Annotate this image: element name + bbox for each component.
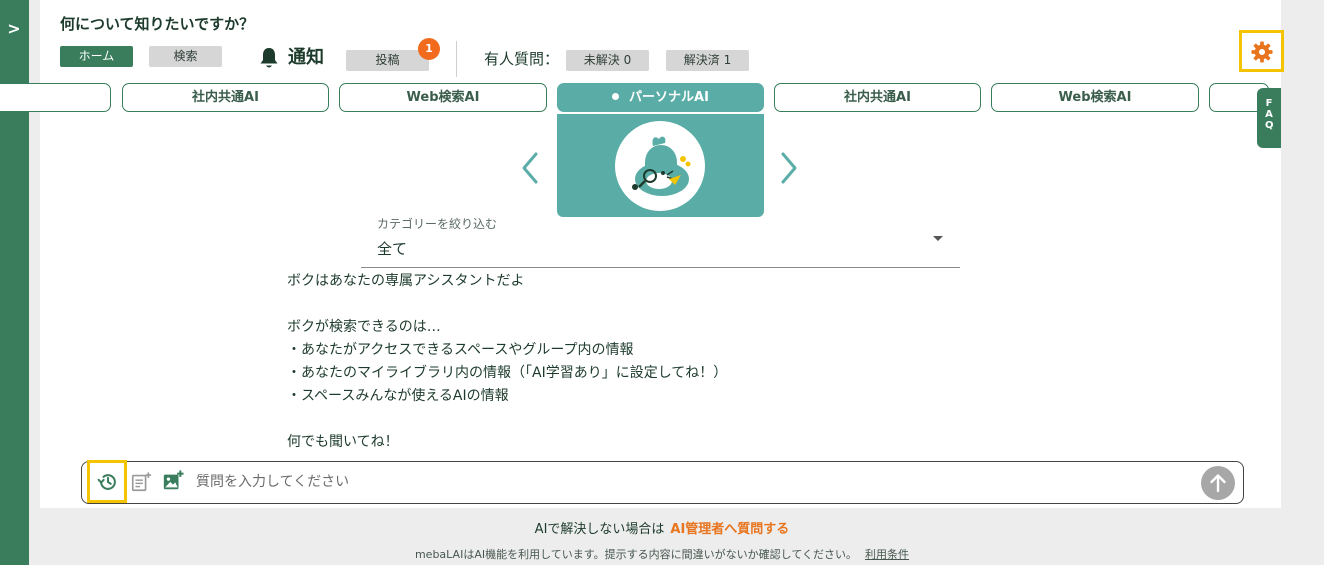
post-button[interactable]: 投稿 <box>346 50 429 71</box>
category-underline <box>361 267 960 268</box>
notify-button[interactable]: 通知 <box>288 43 324 69</box>
message-line: ボクが検索できるのは… <box>287 319 441 335</box>
ai-tab-company-ai-2[interactable]: 社内共通AI <box>774 83 981 112</box>
message-line: ・あなたのマイライブラリ内の情報（「AI学習あり」に設定してね！） <box>287 365 728 381</box>
ask-admin-link[interactable]: AI管理者へ質問する <box>670 522 789 537</box>
ai-tab-web-search-ai-2[interactable]: Web検索AI <box>991 83 1199 112</box>
message-line: ボクはあなたの専属アシスタントだよ <box>287 273 525 289</box>
gear-icon <box>1251 41 1273 63</box>
assistant-message: ボクはあなたの専属アシスタントだよ ボクが検索できるのは… ・あなたがアクセスで… <box>287 270 727 454</box>
message-line: 何でも聞いてね！ <box>287 434 399 450</box>
avatar <box>615 121 705 211</box>
ai-character-card <box>557 114 764 217</box>
faq-tab[interactable]: F A Q <box>1257 88 1281 148</box>
question-input[interactable] <box>196 470 1186 494</box>
human-question-label: 有人質問： <box>484 50 560 68</box>
history-icon <box>97 474 116 490</box>
message-line: ・あなたがアクセスできるスペースやグループ内の情報 <box>287 342 634 358</box>
image-add-icon[interactable] <box>162 470 184 492</box>
document-add-icon[interactable] <box>130 471 152 493</box>
ai-tab-partial-left[interactable] <box>0 83 111 112</box>
faq-label: F A Q <box>1265 98 1274 131</box>
category-select[interactable]: 全て <box>377 238 407 259</box>
post-count-badge: 1 <box>418 38 440 60</box>
escalation-footer: AIで解決しない場合は AI管理者へ質問する <box>0 518 1324 537</box>
ai-tab-company-ai[interactable]: 社内共通AI <box>122 83 329 112</box>
caret-down-icon[interactable] <box>933 236 943 241</box>
ai-tab-label: パーソナルAI <box>629 90 709 105</box>
nav-divider <box>456 41 457 77</box>
terms-link[interactable]: 利用条件 <box>865 548 909 561</box>
history-button[interactable] <box>87 460 127 503</box>
settings-button[interactable] <box>1239 30 1284 72</box>
category-label: カテゴリーを絞り込む <box>377 217 498 231</box>
escalation-prompt: AIで解決しない場合は <box>534 522 665 537</box>
disclaimer-text: mebaLAIはAI機能を利用しています。提示する内容に間違いがないか確認してく… <box>414 548 858 561</box>
message-line: ・スペースみんなが使えるAIの情報 <box>287 388 509 404</box>
page-title: 何について知りたいですか？ <box>60 15 255 33</box>
active-dot-icon <box>612 93 620 100</box>
message-line <box>287 293 727 316</box>
whale-mascot-icon <box>632 136 691 196</box>
solved-button[interactable]: 解決済 1 <box>666 50 749 71</box>
chevron-right-icon[interactable] <box>778 150 800 186</box>
bell-icon[interactable] <box>258 46 280 70</box>
ai-tab-web-search-ai[interactable]: Web検索AI <box>339 83 547 112</box>
search-button[interactable]: 検索 <box>149 46 222 67</box>
ai-tab-personal-ai[interactable]: パーソナルAI <box>557 83 764 112</box>
disclaimer-footer: mebaLAIはAI機能を利用しています。提示する内容に間違いがないか確認してく… <box>0 546 1324 562</box>
send-button[interactable] <box>1201 466 1235 500</box>
home-button[interactable]: ホーム <box>60 46 133 67</box>
arrow-up-icon <box>1210 474 1226 493</box>
unsolved-button[interactable]: 未解決 0 <box>566 50 649 71</box>
message-line <box>287 408 727 431</box>
chevron-right-icon[interactable]: > <box>4 18 24 40</box>
chevron-left-icon[interactable] <box>519 150 541 186</box>
